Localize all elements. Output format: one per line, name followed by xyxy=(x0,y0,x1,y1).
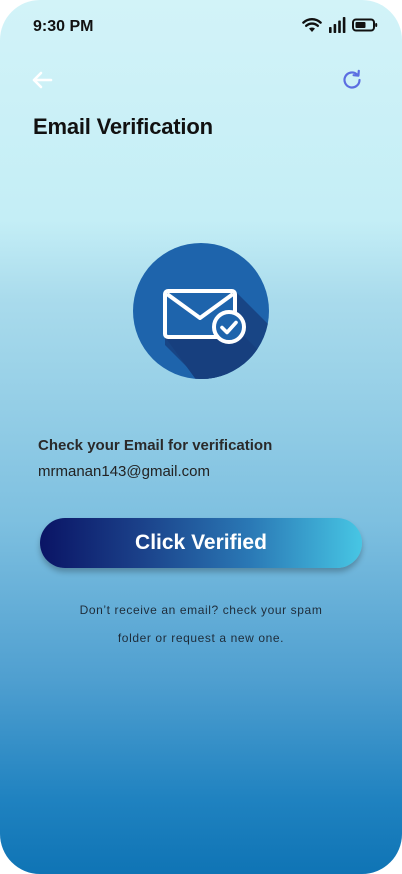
email-address: mrmanan143@gmail.com xyxy=(38,463,210,480)
refresh-icon xyxy=(341,69,363,96)
page-title: Email Verification xyxy=(33,114,213,139)
verification-heading: Check your Email for verification xyxy=(38,437,273,454)
status-bar: 9:30 PM xyxy=(0,0,402,56)
refresh-button[interactable] xyxy=(338,68,366,96)
helper-text-line-1: Don’t receive an email? check your spam xyxy=(79,603,323,617)
click-verified-button[interactable]: Click Verified xyxy=(40,518,362,568)
status-icons xyxy=(302,17,378,38)
mail-check-illustration xyxy=(133,243,269,379)
signal-icon xyxy=(328,17,346,38)
helper-text-line-2: folder or request a new one. xyxy=(117,631,285,645)
mail-check-icon xyxy=(133,243,269,379)
status-time: 9:30 PM xyxy=(33,18,94,35)
back-button[interactable] xyxy=(28,68,56,96)
helper-text: Don’t receive an email? check your spam … xyxy=(40,596,362,652)
battery-icon xyxy=(352,18,378,37)
arrow-left-icon xyxy=(31,71,53,94)
email-verification-screen: 9:30 PM Email Verification Check your Em… xyxy=(0,0,402,874)
wifi-icon xyxy=(302,17,322,38)
